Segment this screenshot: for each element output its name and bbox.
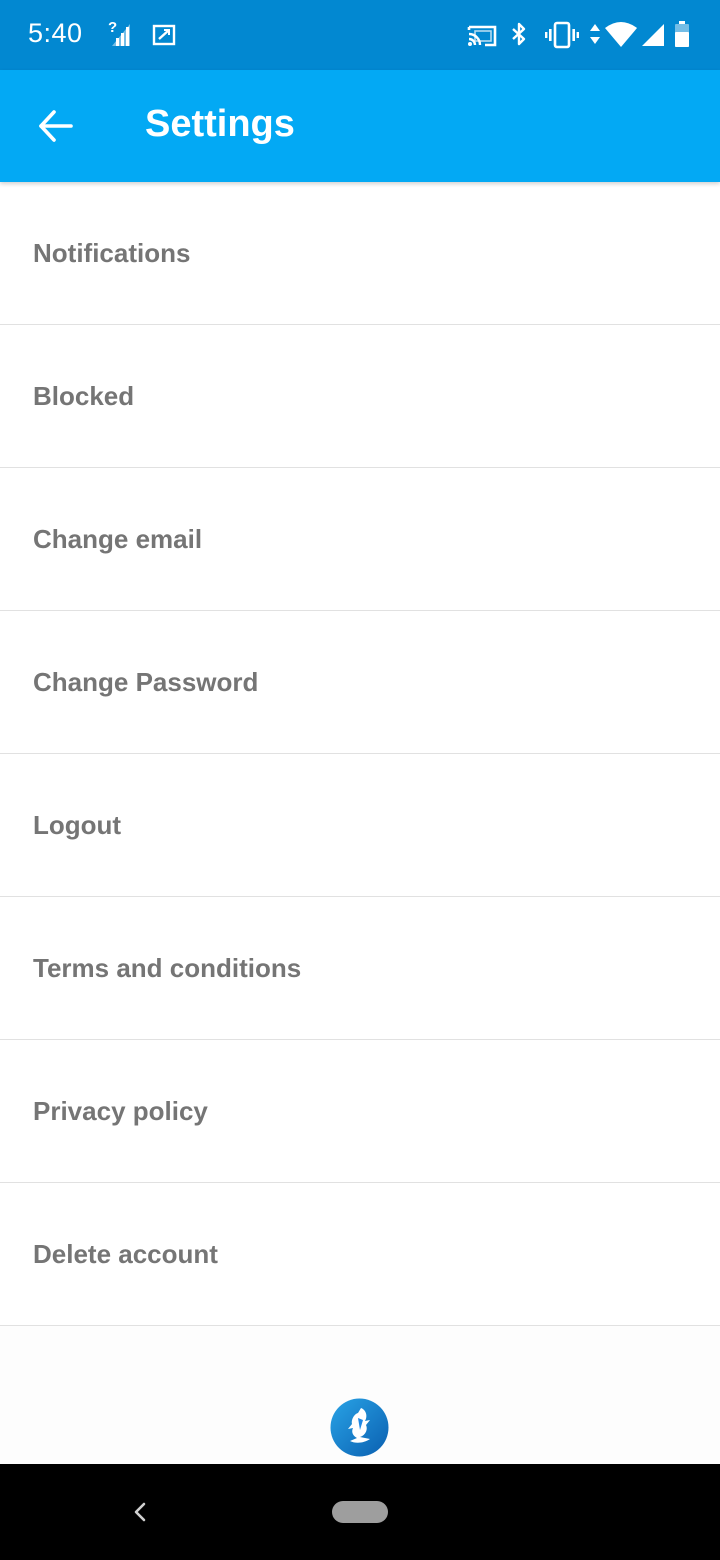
arrow-back-icon	[39, 110, 73, 142]
app-logo-icon	[330, 1398, 389, 1457]
settings-item-privacy-policy[interactable]: Privacy policy	[0, 1040, 720, 1183]
data-arrows-icon	[590, 24, 600, 44]
cell-signal-icon	[642, 24, 664, 46]
status-time: 5:40	[28, 18, 83, 48]
vibrate-icon	[545, 21, 579, 49]
signal-unknown-icon: ?	[108, 19, 130, 46]
settings-list: Notifications Blocked Change email Chang…	[0, 182, 720, 1326]
screenshot-icon	[152, 24, 176, 46]
cast-icon	[467, 25, 497, 47]
settings-item-label: Blocked	[33, 380, 135, 411]
settings-item-label: Change Password	[33, 666, 259, 697]
navigation-bar	[0, 1464, 720, 1560]
svg-text:?: ?	[108, 19, 117, 36]
settings-item-label: Privacy policy	[33, 1095, 208, 1126]
settings-item-label: Terms and conditions	[33, 952, 302, 983]
app-bar: Settings	[0, 70, 720, 182]
battery-icon	[675, 21, 689, 47]
settings-screen: 5:40 ? Settings Notifications Blocked Ch…	[0, 0, 720, 1560]
bluetooth-icon	[512, 22, 526, 46]
settings-item-change-password[interactable]: Change Password	[0, 611, 720, 754]
settings-item-notifications[interactable]: Notifications	[0, 182, 720, 325]
page-title: Settings	[145, 103, 295, 145]
settings-item-logout[interactable]: Logout	[0, 754, 720, 897]
settings-item-blocked[interactable]: Blocked	[0, 325, 720, 468]
status-bar: 5:40 ?	[0, 0, 720, 70]
nav-home-pill-icon[interactable]	[332, 1501, 388, 1523]
settings-item-terms[interactable]: Terms and conditions	[0, 897, 720, 1040]
settings-item-label: Notifications	[33, 237, 191, 268]
settings-item-change-email[interactable]: Change email	[0, 468, 720, 611]
wifi-icon	[605, 22, 637, 47]
back-button[interactable]	[28, 98, 84, 154]
settings-item-label: Delete account	[33, 1238, 218, 1269]
nav-back-icon[interactable]	[122, 1494, 158, 1530]
settings-item-label: Change email	[33, 523, 203, 554]
settings-item-delete-account[interactable]: Delete account	[0, 1183, 720, 1326]
settings-item-label: Logout	[33, 809, 122, 840]
